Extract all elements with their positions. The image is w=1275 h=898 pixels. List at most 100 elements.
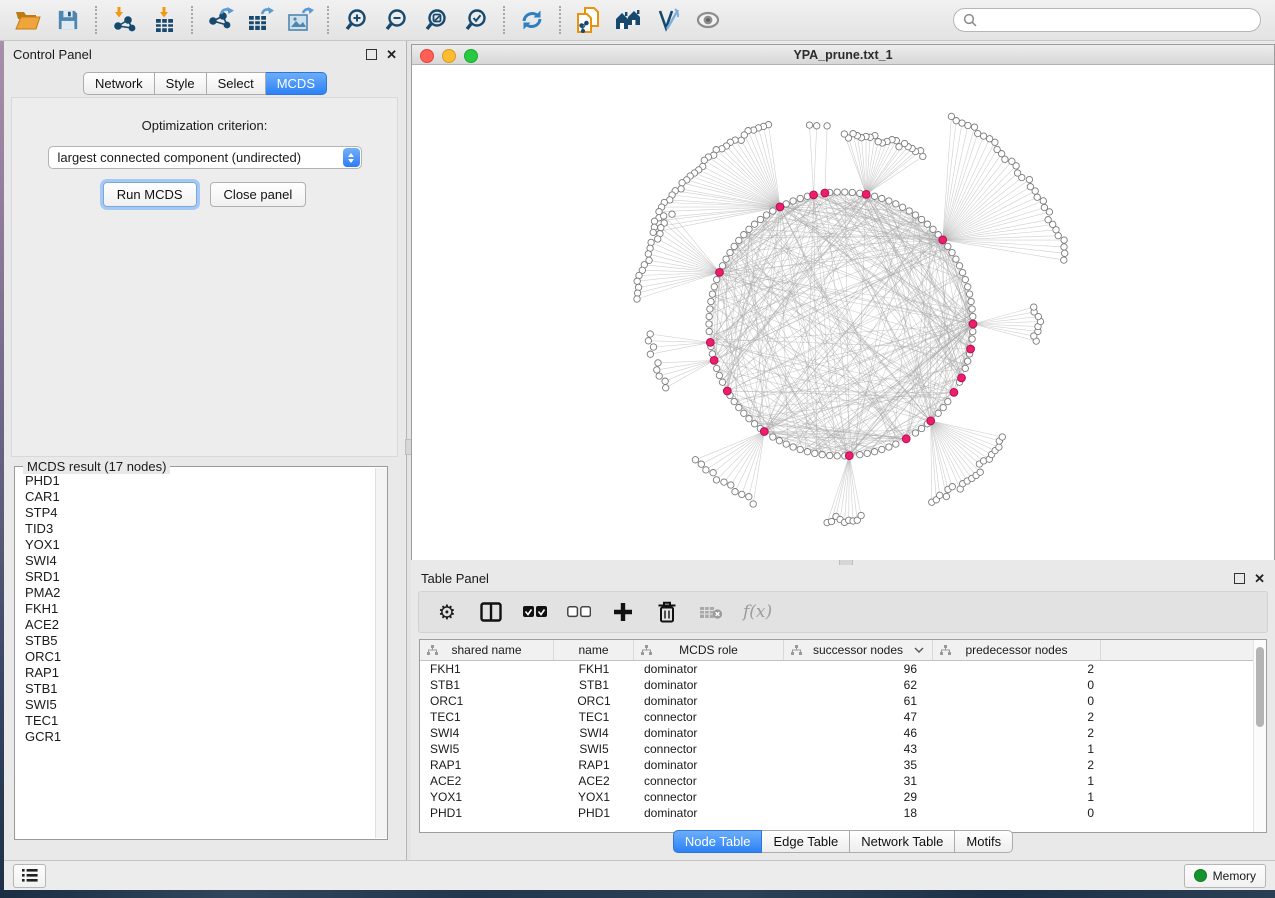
- mcds-result-scrollbar[interactable]: [375, 468, 387, 838]
- column-header-shared-name[interactable]: shared name: [420, 640, 554, 660]
- close-panel-icon[interactable]: ✕: [386, 48, 397, 61]
- column-header-name[interactable]: name: [554, 640, 634, 660]
- table-cell[interactable]: STB1: [420, 678, 554, 692]
- birds-eye-view-button[interactable]: [693, 5, 723, 35]
- table-cell[interactable]: 1: [933, 790, 1101, 804]
- table-cell[interactable]: SWI4: [420, 726, 554, 740]
- mcds-result-item[interactable]: STB5: [25, 633, 375, 649]
- table-cell[interactable]: STB1: [554, 678, 634, 692]
- function-builder-button[interactable]: f(x): [743, 600, 772, 624]
- table-cell[interactable]: dominator: [634, 694, 784, 708]
- table-cell[interactable]: 18: [784, 806, 933, 820]
- mcds-result-item[interactable]: SWI4: [25, 553, 375, 569]
- table-cell[interactable]: TEC1: [420, 710, 554, 724]
- import-network-button[interactable]: [109, 5, 139, 35]
- export-image-button[interactable]: [285, 5, 315, 35]
- export-network-button[interactable]: [205, 5, 235, 35]
- create-column-button[interactable]: [611, 600, 635, 624]
- mcds-result-item[interactable]: YOX1: [25, 537, 375, 553]
- clone-network-button[interactable]: [573, 5, 603, 35]
- table-cell[interactable]: 31: [784, 774, 933, 788]
- optimization-criterion-select[interactable]: largest connected component (undirected): [48, 146, 362, 169]
- tab-node-table[interactable]: Node Table: [673, 830, 763, 853]
- table-cell[interactable]: FKH1: [554, 662, 634, 676]
- table-cell[interactable]: 61: [784, 694, 933, 708]
- zoom-selected-button[interactable]: [461, 5, 491, 35]
- memory-button[interactable]: Memory: [1184, 864, 1266, 888]
- table-row[interactable]: STB1STB1dominator620: [420, 677, 1266, 693]
- mcds-result-item[interactable]: GCR1: [25, 729, 375, 745]
- table-row[interactable]: ORC1ORC1dominator610: [420, 693, 1266, 709]
- table-cell[interactable]: RAP1: [420, 758, 554, 772]
- mcds-result-item[interactable]: SWI5: [25, 697, 375, 713]
- table-cell[interactable]: 46: [784, 726, 933, 740]
- table-cell[interactable]: 0: [933, 806, 1101, 820]
- table-cell[interactable]: 1: [933, 742, 1101, 756]
- network-graph[interactable]: [412, 65, 1274, 560]
- column-visibility-button[interactable]: [479, 600, 503, 624]
- table-row[interactable]: FKH1FKH1dominator962: [420, 661, 1266, 677]
- table-cell[interactable]: ACE2: [420, 774, 554, 788]
- mcds-result-item[interactable]: RAP1: [25, 665, 375, 681]
- table-cell[interactable]: SWI4: [554, 726, 634, 740]
- mcds-result-item[interactable]: SRD1: [25, 569, 375, 585]
- table-cell[interactable]: PHD1: [554, 806, 634, 820]
- delete-column-button[interactable]: [655, 600, 679, 624]
- first-neighbors-button[interactable]: [613, 5, 643, 35]
- table-cell[interactable]: ORC1: [554, 694, 634, 708]
- table-cell[interactable]: 2: [933, 710, 1101, 724]
- table-cell[interactable]: connector: [634, 790, 784, 804]
- search-box[interactable]: [953, 8, 1261, 32]
- mcds-result-item[interactable]: ACE2: [25, 617, 375, 633]
- table-row[interactable]: ACE2ACE2connector311: [420, 773, 1266, 789]
- import-table-button[interactable]: [149, 5, 179, 35]
- tab-motifs[interactable]: Motifs: [955, 830, 1013, 853]
- scrollbar-thumb[interactable]: [1256, 647, 1264, 727]
- mcds-result-item[interactable]: TEC1: [25, 713, 375, 729]
- table-cell[interactable]: 0: [933, 678, 1101, 692]
- tab-edge-table[interactable]: Edge Table: [762, 830, 850, 853]
- table-cell[interactable]: 35: [784, 758, 933, 772]
- close-panel-icon[interactable]: ✕: [1254, 572, 1265, 585]
- zoom-out-button[interactable]: [381, 5, 411, 35]
- table-cell[interactable]: 1: [933, 774, 1101, 788]
- column-header-predecessor-nodes[interactable]: predecessor nodes: [933, 640, 1101, 660]
- graphics-details-button[interactable]: [653, 5, 683, 35]
- task-history-button[interactable]: [13, 864, 46, 888]
- table-cell[interactable]: ACE2: [554, 774, 634, 788]
- mcds-result-item[interactable]: CAR1: [25, 489, 375, 505]
- table-cell[interactable]: dominator: [634, 678, 784, 692]
- table-cell[interactable]: RAP1: [554, 758, 634, 772]
- mcds-result-item[interactable]: PMA2: [25, 585, 375, 601]
- table-cell[interactable]: SWI5: [554, 742, 634, 756]
- network-window-titlebar[interactable]: YPA_prune.txt_1: [412, 45, 1274, 65]
- table-settings-button[interactable]: ⚙: [435, 600, 459, 624]
- float-panel-icon[interactable]: [1234, 573, 1245, 584]
- mcds-result-item[interactable]: PHD1: [25, 473, 375, 489]
- table-cell[interactable]: dominator: [634, 726, 784, 740]
- mcds-result-item[interactable]: STP4: [25, 505, 375, 521]
- zoom-fit-button[interactable]: [421, 5, 451, 35]
- table-cell[interactable]: connector: [634, 742, 784, 756]
- table-cell[interactable]: 47: [784, 710, 933, 724]
- column-header-mcds-role[interactable]: MCDS role: [634, 640, 784, 660]
- run-mcds-button[interactable]: Run MCDS: [103, 182, 197, 207]
- table-cell[interactable]: YOX1: [554, 790, 634, 804]
- search-input[interactable]: [983, 12, 1251, 28]
- table-cell[interactable]: connector: [634, 710, 784, 724]
- mcds-result-item[interactable]: STB1: [25, 681, 375, 697]
- tab-select[interactable]: Select: [207, 72, 266, 95]
- deselect-all-button[interactable]: [567, 600, 591, 624]
- table-cell[interactable]: connector: [634, 774, 784, 788]
- zoom-in-button[interactable]: [341, 5, 371, 35]
- mcds-result-item[interactable]: TID3: [25, 521, 375, 537]
- open-session-button[interactable]: [13, 5, 43, 35]
- table-cell[interactable]: 2: [933, 726, 1101, 740]
- maximize-window-icon[interactable]: [464, 49, 478, 63]
- table-cell[interactable]: ORC1: [420, 694, 554, 708]
- tab-style[interactable]: Style: [155, 72, 207, 95]
- mcds-result-list[interactable]: PHD1CAR1STP4TID3YOX1SWI4SRD1PMA2FKH1ACE2…: [16, 469, 375, 838]
- table-cell[interactable]: 43: [784, 742, 933, 756]
- tab-network-table[interactable]: Network Table: [850, 830, 955, 853]
- minimize-window-icon[interactable]: [442, 49, 456, 63]
